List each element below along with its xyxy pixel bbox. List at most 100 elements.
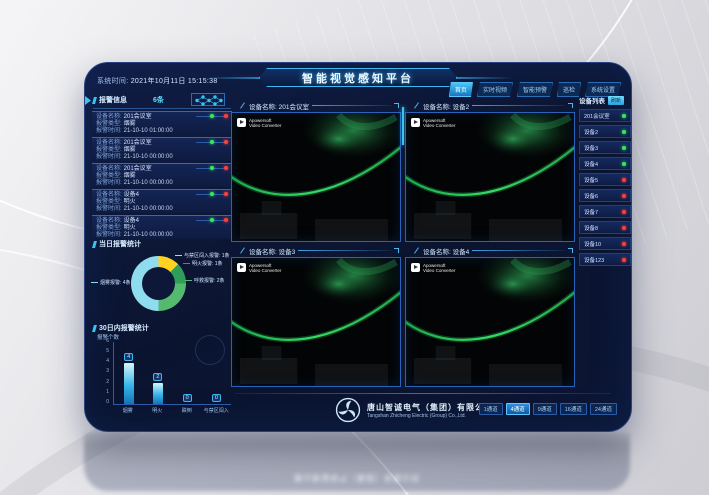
- channel-4-button[interactable]: 4通道: [506, 403, 530, 415]
- device-row[interactable]: 设备123: [579, 253, 631, 266]
- tab-label: 实时视频: [483, 88, 507, 94]
- status-dot: [622, 258, 626, 262]
- status-dot: [622, 130, 626, 134]
- red-dot-icon: [224, 140, 228, 144]
- video-header: 设备名称: 201会议室: [231, 99, 401, 112]
- device-row[interactable]: 设备8: [579, 221, 631, 234]
- video-feed[interactable]: ApowersoftVideo Converter: [405, 257, 575, 387]
- time-label: 报警时间:: [96, 154, 122, 161]
- alarm-card-indicator[interactable]: [196, 114, 228, 119]
- time-label: 报警时间:: [96, 128, 122, 135]
- device-label: 设备名称:: [96, 140, 122, 147]
- video-panel-1[interactable]: 设备名称: 201会议室 ApowersoftVideo Converter: [231, 99, 401, 242]
- channel-24-button[interactable]: 24通道: [590, 403, 617, 415]
- play-icon: [237, 263, 246, 272]
- device-row[interactable]: 设备3: [579, 141, 631, 154]
- watermark: ApowersoftVideo Converter: [411, 263, 455, 273]
- device-row[interactable]: 设备4: [579, 157, 631, 170]
- tab-smart-alert[interactable]: 智能预警: [517, 82, 553, 97]
- footer-divider: [235, 393, 611, 394]
- tab-live-video[interactable]: 实时视频: [477, 82, 513, 97]
- device-label: 设备名称:: [96, 192, 122, 199]
- alarm-card-indicator[interactable]: [196, 140, 228, 145]
- bar-column: 0: [202, 342, 230, 404]
- video-header: 设备名称: 设备2: [405, 99, 575, 112]
- status-dot: [622, 146, 626, 150]
- video-feed[interactable]: ApowersoftVideo Converter: [405, 112, 575, 242]
- video-title: 设备名称: 设备4: [423, 246, 469, 256]
- channel-1-button[interactable]: 1通道: [479, 403, 503, 415]
- status-dot: [622, 242, 626, 246]
- alarm-card[interactable]: 设备名称:201会议室 报警类型:烟雾 报警时间:21-10-10 00:00:…: [92, 163, 232, 187]
- play-icon: [411, 118, 420, 127]
- device-label: 设备名称:: [96, 114, 122, 121]
- alarm-card-indicator[interactable]: [196, 218, 228, 223]
- time-label: 系统时间:: [97, 78, 128, 85]
- alarm-list: 设备名称:201会议室 报警类型:烟雾 报警时间:21-10-10 01:00:…: [92, 111, 232, 239]
- alarm-card[interactable]: 设备名称:设备4 报警类型:明火 报警时间:21-10-10 00:00:00: [92, 189, 232, 213]
- alarm-card-indicator[interactable]: [196, 166, 228, 171]
- device-row[interactable]: 201会议室: [579, 109, 631, 122]
- video-panel-3[interactable]: 设备名称: 设备3 ApowersoftVideo Converter: [231, 244, 401, 387]
- alarm-card[interactable]: 设备名称:201会议室 报警类型:烟雾 报警时间:21-10-10 01:00:…: [92, 111, 232, 135]
- type-label: 报警类型:: [96, 121, 122, 128]
- bar: [124, 363, 134, 404]
- bar-column: 4: [115, 342, 143, 404]
- device-value: 201会议室: [124, 140, 152, 147]
- channel-16-button[interactable]: 16通道: [560, 403, 587, 415]
- device-list-title: 设备列表: [579, 95, 605, 105]
- bar-chart-xlabels: 烟雾明火跌倒与禁区闯入: [113, 407, 231, 414]
- green-dot-icon: [210, 140, 214, 144]
- donut-label: 呼救报警: 2条: [185, 277, 225, 284]
- green-dot-icon: [210, 218, 214, 222]
- bar-column: 0: [173, 342, 201, 404]
- alarm-panel-title: 报警信息: [93, 95, 127, 105]
- alarm-card[interactable]: 设备名称:201会议室 报警类型:烟雾 报警时间:21-10-10 00:00:…: [92, 137, 232, 161]
- status-dot: [622, 226, 626, 230]
- video-title: 设备名称: 设备2: [423, 101, 469, 111]
- red-dot-icon: [224, 114, 228, 118]
- alarm-card[interactable]: 设备名称:设备4 报警类型:明火 报警时间:21-10-10 00:00:00: [92, 215, 232, 239]
- video-title: 设备名称: 201会议室: [249, 101, 309, 111]
- donut-label: 明火报警: 1条: [183, 260, 223, 267]
- video-feed[interactable]: ApowersoftVideo Converter: [231, 112, 401, 242]
- device-value: 201会议室: [124, 114, 152, 121]
- time-value: 21-10-10 00:00:00: [124, 232, 173, 239]
- bar-value: 2: [153, 373, 162, 381]
- watermark: ApowersoftVideo Converter: [237, 118, 281, 128]
- watermark: ApowersoftVideo Converter: [411, 118, 455, 128]
- network-nodes-icon: [191, 93, 225, 106]
- video-panel-4[interactable]: 设备名称: 设备4 ApowersoftVideo Converter: [405, 244, 575, 387]
- time-label: 报警时间:: [96, 232, 122, 239]
- tab-home[interactable]: 首页: [449, 82, 473, 97]
- device-row[interactable]: 设备5: [579, 173, 631, 186]
- page-title: 智能视觉感知平台: [302, 70, 414, 86]
- donut-label: 与禁区闯入报警: 1条: [175, 252, 230, 259]
- green-dot-icon: [210, 114, 214, 118]
- video-scene: [406, 258, 574, 386]
- type-value: 烟雾: [124, 173, 136, 180]
- channel-9-button[interactable]: 9通道: [533, 403, 557, 415]
- status-dot: [622, 194, 626, 198]
- alarm-count-badge: 6条: [153, 95, 164, 105]
- device-list-panel: 设备列表 刷新 201会议室 设备2 设备3 设备4 设备5 设备6 设备7 设…: [579, 95, 631, 415]
- bar: [153, 383, 163, 404]
- desktop-background: 系统时间: 2021年10月11日 15:15:38 智能视觉感知平台 首页 实…: [0, 0, 709, 495]
- device-row[interactable]: 设备7: [579, 205, 631, 218]
- device-row[interactable]: 设备6: [579, 189, 631, 202]
- video-feed[interactable]: ApowersoftVideo Converter: [231, 257, 401, 387]
- device-row[interactable]: 设备2: [579, 125, 631, 138]
- bar-chart-yticks: 6543210: [99, 339, 109, 405]
- bar-column: 2: [144, 342, 172, 404]
- type-value: 明火: [124, 225, 136, 232]
- device-list-refresh-button[interactable]: 刷新: [608, 96, 624, 105]
- tab-inspection[interactable]: 巡检: [557, 82, 581, 97]
- video-panel-2[interactable]: 设备名称: 设备2 ApowersoftVideo Converter: [405, 99, 575, 242]
- alarm-card-indicator[interactable]: [196, 192, 228, 197]
- device-row[interactable]: 设备10: [579, 237, 631, 250]
- device-value: 201会议室: [124, 166, 152, 173]
- time-value: 2021年10月11日 15:15:38: [131, 78, 218, 85]
- device-value: 设备4: [124, 218, 139, 225]
- tab-label: 系统设置: [591, 88, 615, 94]
- video-header: 设备名称: 设备3: [231, 244, 401, 257]
